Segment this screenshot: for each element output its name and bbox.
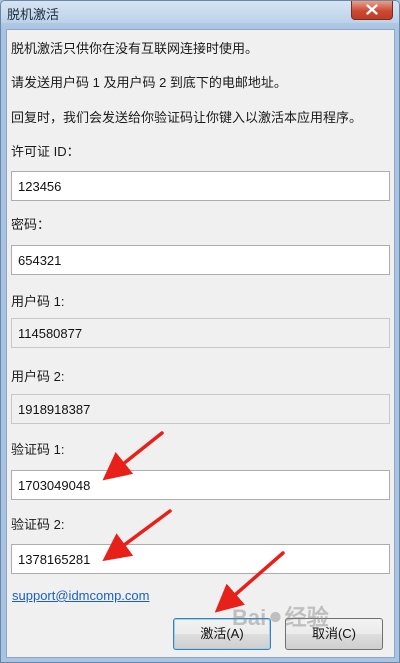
intro-line-2: 请发送用户码 1 及用户码 2 到底下的电邮地址。 — [11, 75, 287, 90]
verify-code-2-input[interactable] — [11, 544, 390, 574]
cancel-button[interactable]: 取消(C) — [285, 618, 383, 650]
close-button[interactable] — [351, 1, 393, 20]
password-label: 密码： — [11, 217, 51, 232]
support-email-link[interactable]: support@idmcomp.com — [12, 588, 149, 603]
user-code-2-field[interactable] — [11, 394, 390, 424]
window-title: 脱机激活 — [7, 7, 60, 22]
title-bar[interactable]: 脱机激活 — [1, 1, 399, 23]
close-icon — [366, 4, 378, 15]
intro-line-1: 脱机激活只供你在没有互联网连接时使用。 — [11, 41, 259, 56]
activation-dialog: 脱机激活 脱机激活只供你在没有互联网连接时使用。 请发送用户码 1 及用户码 2… — [0, 0, 400, 663]
activate-button[interactable]: 激活(A) — [173, 618, 271, 650]
password-input[interactable] — [11, 245, 390, 275]
verify-code-1-label: 验证码 1: — [11, 442, 65, 457]
dialog-body: 脱机激活只供你在没有互联网连接时使用。 请发送用户码 1 及用户码 2 到底下的… — [6, 29, 395, 658]
user-code-2-label: 用户码 2: — [11, 369, 65, 384]
license-id-input[interactable] — [11, 171, 390, 201]
license-id-label: 许可证 ID： — [11, 144, 80, 159]
verify-code-1-input[interactable] — [11, 470, 390, 500]
user-code-1-label: 用户码 1: — [11, 294, 65, 309]
verify-code-2-label: 验证码 2: — [11, 517, 65, 532]
intro-line-3: 回复时，我们会发送给你验证码让你键入以激活本应用程序。 — [11, 110, 363, 125]
user-code-1-field[interactable] — [11, 318, 390, 348]
